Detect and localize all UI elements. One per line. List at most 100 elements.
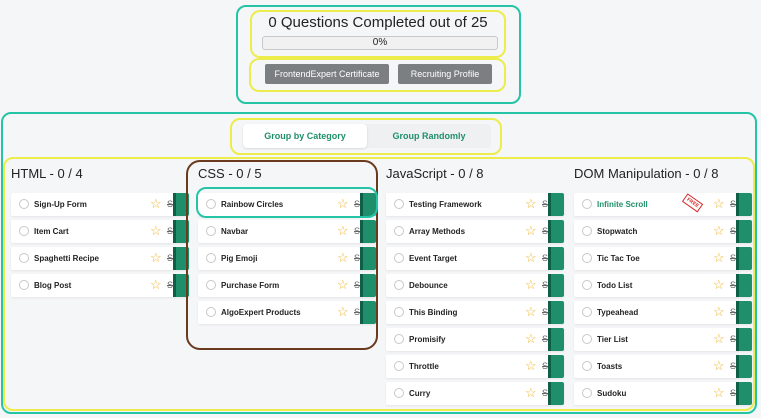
question-row[interactable]: Sudoku ☆ S (574, 382, 752, 405)
completion-radio[interactable] (582, 226, 592, 236)
completion-radio[interactable] (582, 388, 592, 398)
star-icon[interactable]: ☆ (713, 196, 725, 212)
group-by-category-button[interactable]: Group by Category (243, 124, 367, 148)
question-name[interactable]: Throttle (409, 355, 439, 378)
question-row[interactable]: Pig Emoji ☆ S (198, 247, 376, 270)
completion-radio[interactable] (394, 334, 404, 344)
question-name[interactable]: Spaghetti Recipe (34, 247, 99, 270)
question-row[interactable]: Curry ☆ S (386, 382, 564, 405)
question-name[interactable]: Event Target (409, 247, 457, 270)
frontendexpert-certificate-button[interactable]: FrontendExpert Certificate (265, 64, 389, 84)
star-icon[interactable]: ☆ (713, 331, 725, 347)
star-icon[interactable]: ☆ (525, 277, 537, 293)
question-row[interactable]: Tic Tac Toe ☆ S (574, 247, 752, 270)
star-icon[interactable]: ☆ (525, 304, 537, 320)
question-row[interactable]: Array Methods ☆ S (386, 220, 564, 243)
question-name[interactable]: Debounce (409, 274, 448, 297)
question-row[interactable]: Testing Framework ☆ S (386, 193, 564, 216)
star-icon[interactable]: ☆ (525, 223, 537, 239)
question-name[interactable]: Typeahead (597, 301, 638, 324)
question-row[interactable]: Stopwatch ☆ S (574, 220, 752, 243)
question-row[interactable]: Blog Post ☆ S (11, 274, 189, 297)
question-name[interactable]: Testing Framework (409, 193, 482, 216)
group-randomly-button[interactable]: Group Randomly (367, 124, 491, 148)
question-row[interactable]: Sign-Up Form ☆ S (11, 193, 189, 216)
star-icon[interactable]: ☆ (525, 358, 537, 374)
recruiting-profile-button[interactable]: Recruiting Profile (398, 64, 492, 84)
star-icon[interactable]: ☆ (713, 223, 725, 239)
star-icon[interactable]: ☆ (337, 196, 349, 212)
completion-radio[interactable] (19, 226, 29, 236)
question-row[interactable]: Spaghetti Recipe ☆ S (11, 247, 189, 270)
question-name[interactable]: Sudoku (597, 382, 626, 405)
question-row[interactable]: This Binding ☆ S (386, 301, 564, 324)
completion-radio[interactable] (394, 361, 404, 371)
question-name[interactable]: Sign-Up Form (34, 193, 87, 216)
completion-radio[interactable] (582, 334, 592, 344)
question-name[interactable]: Tic Tac Toe (597, 247, 640, 270)
question-row[interactable]: Todo List ☆ S (574, 274, 752, 297)
question-name[interactable]: Toasts (597, 355, 622, 378)
question-name[interactable]: Stopwatch (597, 220, 637, 243)
completion-radio[interactable] (206, 226, 216, 236)
question-name[interactable]: Tier List (597, 328, 628, 351)
question-row[interactable]: Toasts ☆ S (574, 355, 752, 378)
question-name[interactable]: Promisify (409, 328, 445, 351)
question-name[interactable]: Infinite Scroll (597, 193, 648, 216)
question-name[interactable]: Pig Emoji (221, 247, 257, 270)
star-icon[interactable]: ☆ (713, 304, 725, 320)
star-icon[interactable]: ☆ (713, 385, 725, 401)
question-row[interactable]: AlgoExpert Products ☆ S (198, 301, 376, 324)
question-row[interactable]: Item Cart ☆ S (11, 220, 189, 243)
question-name[interactable]: This Binding (409, 301, 457, 324)
completion-radio[interactable] (582, 199, 592, 209)
question-row[interactable]: Tier List ☆ S (574, 328, 752, 351)
completion-radio[interactable] (394, 226, 404, 236)
completion-radio[interactable] (582, 253, 592, 263)
star-icon[interactable]: ☆ (337, 250, 349, 266)
completion-radio[interactable] (19, 253, 29, 263)
star-icon[interactable]: ☆ (337, 223, 349, 239)
completion-radio[interactable] (206, 253, 216, 263)
star-icon[interactable]: ☆ (525, 250, 537, 266)
question-name[interactable]: Rainbow Circles (221, 193, 283, 216)
star-icon[interactable]: ☆ (150, 223, 162, 239)
question-row[interactable]: Event Target ☆ S (386, 247, 564, 270)
completion-radio[interactable] (19, 280, 29, 290)
question-row[interactable]: Typeahead ☆ S (574, 301, 752, 324)
star-icon[interactable]: ☆ (713, 277, 725, 293)
completion-radio[interactable] (394, 199, 404, 209)
star-icon[interactable]: ☆ (337, 304, 349, 320)
question-row[interactable]: Navbar ☆ S (198, 220, 376, 243)
star-icon[interactable]: ☆ (337, 277, 349, 293)
completion-radio[interactable] (206, 199, 216, 209)
question-name[interactable]: AlgoExpert Products (221, 301, 301, 324)
question-row[interactable]: Rainbow Circles ☆ S (198, 193, 376, 216)
star-icon[interactable]: ☆ (525, 196, 537, 212)
completion-radio[interactable] (206, 280, 216, 290)
completion-radio[interactable] (394, 280, 404, 290)
question-name[interactable]: Todo List (597, 274, 632, 297)
completion-radio[interactable] (582, 280, 592, 290)
completion-radio[interactable] (394, 388, 404, 398)
completion-radio[interactable] (206, 307, 216, 317)
star-icon[interactable]: ☆ (713, 358, 725, 374)
star-icon[interactable]: ☆ (525, 331, 537, 347)
completion-radio[interactable] (394, 253, 404, 263)
question-row[interactable]: Purchase Form ☆ S (198, 274, 376, 297)
star-icon[interactable]: ☆ (713, 250, 725, 266)
question-name[interactable]: Array Methods (409, 220, 465, 243)
question-row[interactable]: Infinite Scroll FREE ☆ S (574, 193, 752, 216)
star-icon[interactable]: ☆ (525, 385, 537, 401)
question-name[interactable]: Blog Post (34, 274, 71, 297)
question-row[interactable]: Throttle ☆ S (386, 355, 564, 378)
question-name[interactable]: Purchase Form (221, 274, 279, 297)
question-name[interactable]: Curry (409, 382, 430, 405)
completion-radio[interactable] (582, 307, 592, 317)
star-icon[interactable]: ☆ (150, 277, 162, 293)
question-name[interactable]: Navbar (221, 220, 248, 243)
completion-radio[interactable] (19, 199, 29, 209)
question-name[interactable]: Item Cart (34, 220, 69, 243)
completion-radio[interactable] (394, 307, 404, 317)
star-icon[interactable]: ☆ (150, 196, 162, 212)
